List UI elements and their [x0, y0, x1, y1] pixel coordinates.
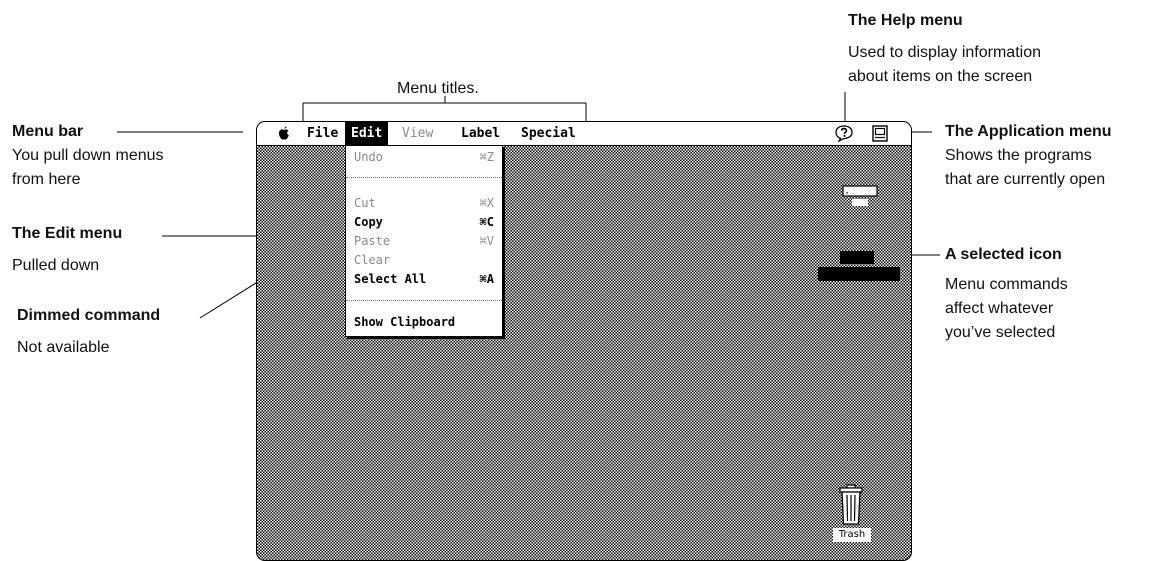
- menu-item-undo-label: Undo: [354, 150, 383, 164]
- trash-icon[interactable]: [836, 484, 866, 530]
- menu-bar-callout: Menu bar You pull down menus from here: [12, 120, 164, 192]
- menu-item-show-clipboard[interactable]: Show Clipboard: [346, 313, 502, 331]
- hard-disk-icon[interactable]: [840, 184, 880, 208]
- trash-label: Trash: [833, 528, 871, 542]
- edit-menu-desc: Pulled down: [12, 257, 100, 274]
- menu-item-copy-label: Copy: [354, 215, 383, 229]
- menu-item-undo[interactable]: Undo ⌘Z: [346, 148, 502, 166]
- dimmed-command-desc: Not available: [17, 339, 110, 356]
- menu-item-select-all[interactable]: Select All ⌘A: [346, 270, 502, 288]
- edit-menu-dropdown: Undo ⌘Z Cut ⌘X Copy ⌘C Paste ⌘V Clear Se…: [345, 145, 503, 337]
- menu-title-file[interactable]: File: [301, 122, 344, 145]
- menu-item-cut-shortcut: ⌘X: [479, 196, 494, 210]
- selected-icon-desc-line-2: affect whatever: [945, 300, 1054, 317]
- menu-titles-label: Menu titles.: [397, 80, 479, 97]
- edit-menu-callout: The Edit menu Pulled down: [12, 222, 122, 278]
- selected-folder-icon[interactable]: [840, 251, 874, 264]
- application-menu-desc-line-2: that are currently open: [945, 171, 1106, 188]
- application-menu-heading: The Application menu: [945, 123, 1112, 140]
- menu-item-copy-shortcut: ⌘C: [479, 215, 494, 229]
- menu-item-paste[interactable]: Paste ⌘V: [346, 232, 502, 250]
- menu-item-clear[interactable]: Clear: [346, 251, 502, 269]
- menu-item-show-clipboard-label: Show Clipboard: [354, 315, 456, 329]
- application-menu-desc-line-1: Shows the programs: [945, 147, 1092, 164]
- menu-item-paste-shortcut: ⌘V: [479, 234, 494, 248]
- help-menu-heading: The Help menu: [848, 12, 963, 29]
- help-balloon-icon[interactable]: [834, 125, 854, 142]
- menu-bar: File Edit View Label Special: [257, 122, 911, 146]
- menu-title-view[interactable]: View: [396, 122, 439, 145]
- menu-title-special[interactable]: Special: [515, 122, 582, 145]
- menu-item-select-all-label: Select All: [354, 272, 427, 286]
- menu-title-label[interactable]: Label: [455, 122, 506, 145]
- menu-separator: [346, 177, 502, 178]
- apple-icon[interactable]: [277, 126, 291, 141]
- selected-icon-desc-line-3: you’ve selected: [945, 324, 1056, 341]
- menu-title-edit[interactable]: Edit: [345, 122, 389, 145]
- dimmed-command-callout: Dimmed command Not available: [17, 304, 160, 360]
- menu-bar-heading: Menu bar: [12, 123, 84, 140]
- menu-bar-desc-line-2: from here: [12, 171, 81, 188]
- help-menu-desc-line-1: Used to display information: [848, 44, 1041, 61]
- selected-icon-callout: A selected icon Menu commands affect wha…: [945, 243, 1068, 345]
- application-menu-icon[interactable]: [871, 125, 889, 142]
- menu-bar-desc-line-1: You pull down menus: [12, 147, 164, 164]
- help-menu-desc-line-2: about items on the screen: [848, 68, 1033, 85]
- menu-item-cut[interactable]: Cut ⌘X: [346, 194, 502, 212]
- help-menu-callout: The Help menu Used to display informatio…: [848, 9, 1041, 89]
- menu-item-clear-label: Clear: [354, 253, 391, 267]
- menu-item-select-all-shortcut: ⌘A: [479, 272, 494, 286]
- menu-item-copy[interactable]: Copy ⌘C: [346, 213, 502, 231]
- menu-separator: [346, 300, 502, 301]
- selected-icon-desc-line-1: Menu commands: [945, 276, 1068, 293]
- desktop-screen: File Edit View Label Special Undo ⌘Z Cut…: [256, 121, 912, 561]
- menu-titles-callout: Menu titles.: [397, 77, 479, 101]
- dimmed-command-heading: Dimmed command: [17, 307, 161, 324]
- application-menu-callout: The Application menu Shows the programs …: [945, 120, 1112, 192]
- menu-item-undo-shortcut: ⌘Z: [479, 150, 494, 164]
- menu-item-cut-label: Cut: [354, 196, 376, 210]
- menu-item-paste-label: Paste: [354, 234, 391, 248]
- selected-icon-label[interactable]: [818, 267, 900, 281]
- edit-menu-heading: The Edit menu: [12, 225, 123, 242]
- selected-icon-heading: A selected icon: [945, 246, 1062, 263]
